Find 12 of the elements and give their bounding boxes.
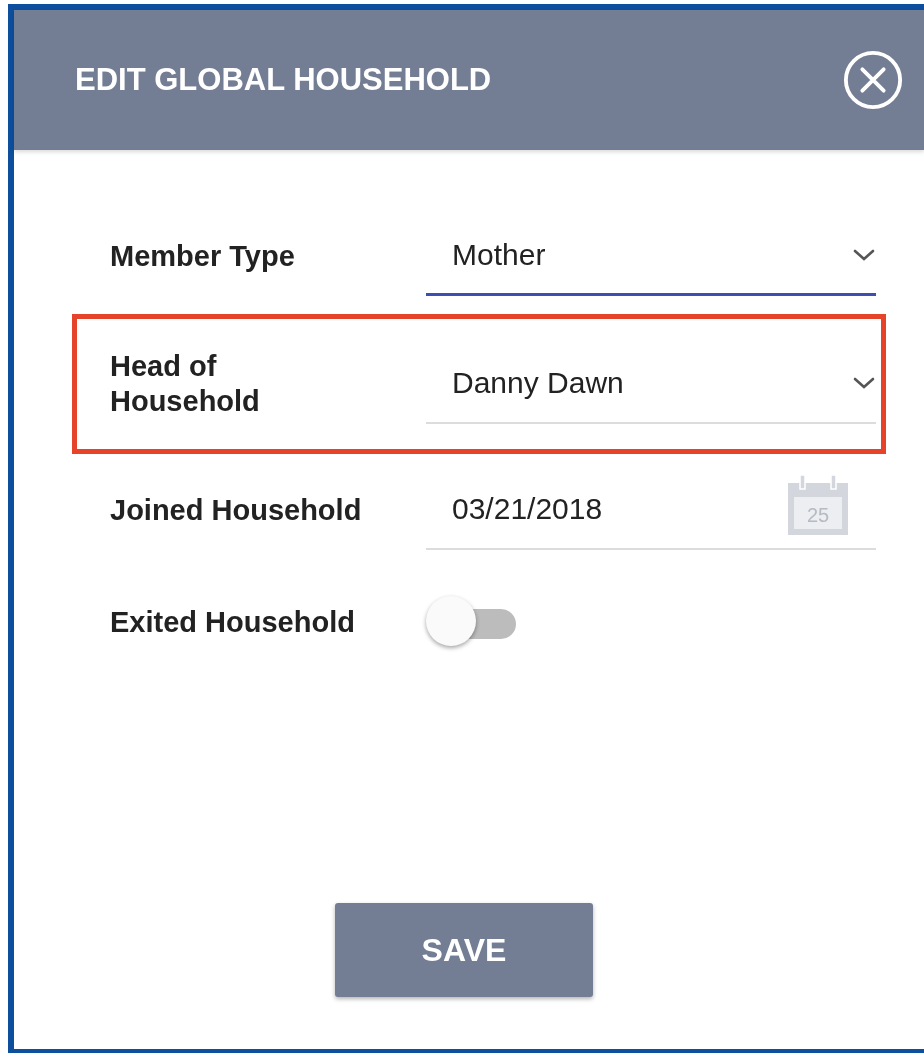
field-label: Head of Household <box>110 349 261 419</box>
chevron-down-icon <box>852 376 876 390</box>
dialog-title: EDIT GLOBAL HOUSEHOLD <box>75 62 492 98</box>
close-icon[interactable] <box>842 49 904 111</box>
select-field[interactable]: Mother <box>426 216 876 296</box>
toggle-switch[interactable] <box>426 596 518 648</box>
select-field[interactable]: Danny Dawn <box>426 344 876 424</box>
save-button[interactable]: SAVE <box>335 903 593 997</box>
field-label: Member Type <box>110 238 296 274</box>
field-label: Joined Household <box>110 492 363 528</box>
chevron-down-icon <box>852 247 876 262</box>
field-label: Exited Household <box>110 604 356 640</box>
